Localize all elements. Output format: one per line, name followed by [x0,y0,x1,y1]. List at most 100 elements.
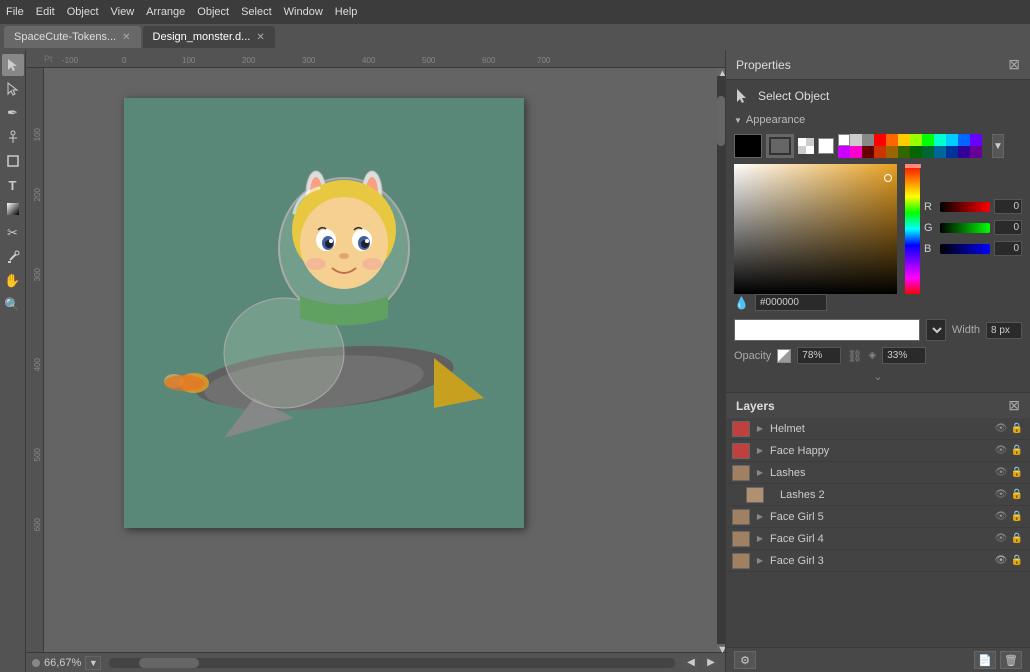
tool-zoom[interactable]: 🔍 [2,294,24,316]
layer-lashes-expand[interactable]: ▶ [754,467,766,479]
tool-pen[interactable]: ✒ [2,102,24,124]
none-swatch[interactable] [798,138,814,154]
canvas-viewport[interactable] [44,68,717,652]
preset-red[interactable] [874,134,886,146]
layer-facegirl4[interactable]: ▶ Face Girl 4 👁 🔒 [726,528,1030,550]
preset-gray[interactable] [862,134,874,146]
g-slider[interactable] [940,223,990,233]
preset-teal[interactable] [934,134,946,146]
spectrum-bar[interactable] [905,164,920,294]
tool-gradient[interactable] [2,198,24,220]
tab-0-close[interactable]: ✕ [122,32,130,43]
layer-facegirl5-visibility[interactable]: 👁 [994,510,1008,524]
layers-expand-icon[interactable]: ⊠ [1008,397,1020,414]
fill-swatch[interactable] [734,134,762,158]
scroll-right-btn[interactable]: ▶ [703,656,719,670]
layer-lashes-lock[interactable]: 🔒 [1010,466,1024,480]
preset-dteal[interactable] [922,146,934,158]
g-input[interactable]: 0 [994,220,1022,235]
menu-object2[interactable]: Object [197,6,229,18]
preset-cyan[interactable] [946,134,958,146]
preset-dyell[interactable] [886,146,898,158]
preset-purple[interactable] [970,134,982,146]
scroll-thumb[interactable] [717,96,725,146]
tab-0[interactable]: SpaceCute-Tokens... ✕ [4,26,141,48]
artwork-canvas[interactable] [124,98,524,528]
layer-facegirl5[interactable]: ▶ Face Girl 5 👁 🔒 [726,506,1030,528]
preset-orange[interactable] [886,134,898,146]
stroke-dropdown[interactable]: ▼ [926,319,946,341]
scroll-track[interactable] [717,76,725,644]
properties-expand-icon[interactable]: ⊠ [1008,56,1020,73]
preset-dred[interactable] [862,146,874,158]
white-swatch[interactable] [818,138,834,154]
layer-facegirl5-expand[interactable]: ▶ [754,511,766,523]
hex-input[interactable]: #000000 [755,294,827,311]
preset-dviolet[interactable] [970,146,982,158]
preset-yellow[interactable] [898,134,910,146]
zoom-dropdown[interactable]: ▼ [85,656,101,670]
layers-settings-btn[interactable]: ⚙ [734,651,756,669]
layer-lashes2[interactable]: Lashes 2 👁 🔒 [726,484,1030,506]
layers-list[interactable]: ▶ Helmet 👁 🔒 ▶ Face Happy 👁 🔒 [726,418,1030,647]
eyedropper-icon[interactable]: 💧 [734,296,749,310]
scrollbar-horizontal[interactable] [109,658,675,668]
scroll-up-btn[interactable]: ▲ [717,68,725,76]
collapse-btn[interactable]: ⌄ [734,368,1022,384]
scroll-left-btn[interactable]: ◀ [683,656,699,670]
menu-select[interactable]: Select [241,6,272,18]
tab-1-close[interactable]: ✕ [256,32,264,43]
layer-helmet-visibility[interactable]: 👁 [994,422,1008,436]
layer-face-happy-expand[interactable]: ▶ [754,445,766,457]
layer-facegirl4-expand[interactable]: ▶ [754,533,766,545]
layer-facegirl4-lock[interactable]: 🔒 [1010,532,1024,546]
tool-select-arrow[interactable] [2,54,24,76]
delete-layer-btn[interactable]: 🗑 [1000,651,1022,669]
tool-eyedropper[interactable] [2,246,24,268]
opacity2-input[interactable]: 33% [882,347,926,364]
tool-type[interactable]: T [2,174,24,196]
opacity-input[interactable]: 78% [797,347,841,364]
preset-lyellow[interactable] [910,134,922,146]
preset-dgreen[interactable] [910,146,922,158]
layer-lashes2-lock[interactable]: 🔒 [1010,488,1024,502]
tool-direct-select[interactable] [2,78,24,100]
new-layer-btn[interactable]: 📄 [974,651,996,669]
r-slider[interactable] [940,202,990,212]
r-input[interactable]: 0 [994,199,1022,214]
layer-facegirl4-visibility[interactable]: 👁 [994,532,1008,546]
preset-lgray[interactable] [850,134,862,146]
tool-anchor[interactable] [2,126,24,148]
stroke-swatch[interactable] [766,134,794,158]
preset-doran[interactable] [874,146,886,158]
layer-lashes2-visibility[interactable]: 👁 [994,488,1008,502]
b-slider[interactable] [940,244,990,254]
layer-face-happy[interactable]: ▶ Face Happy 👁 🔒 [726,440,1030,462]
menu-object[interactable]: Object [67,6,99,18]
tool-hand[interactable]: ✋ [2,270,24,292]
menu-window[interactable]: Window [284,6,323,18]
preset-violet[interactable] [838,146,850,158]
layer-facegirl3[interactable]: ▶ Face Girl 3 👁 🔒 [726,550,1030,572]
tab-1[interactable]: Design_monster.d... ✕ [143,26,275,48]
tool-scissors[interactable]: ✂ [2,222,24,244]
preset-blue[interactable] [958,134,970,146]
layer-facegirl3-expand[interactable]: ▶ [754,555,766,567]
layer-facegirl3-lock[interactable]: 🔒 [1010,554,1024,568]
menu-help[interactable]: Help [335,6,358,18]
more-swatches-btn[interactable]: ▼ [992,134,1004,158]
menu-edit[interactable]: Edit [36,6,55,18]
preset-dpurple[interactable] [958,146,970,158]
preset-white[interactable] [838,134,850,146]
layer-helmet[interactable]: ▶ Helmet 👁 🔒 [726,418,1030,440]
tool-rect[interactable] [2,150,24,172]
scroll-thumb-h[interactable] [139,658,199,668]
width-input[interactable]: 8 px [986,322,1022,339]
stroke-style-select[interactable] [734,319,920,341]
layer-face-happy-lock[interactable]: 🔒 [1010,444,1024,458]
menu-view[interactable]: View [111,6,135,18]
layer-lashes-visibility[interactable]: 👁 [994,466,1008,480]
layer-helmet-expand[interactable]: ▶ [754,423,766,435]
layer-helmet-lock[interactable]: 🔒 [1010,422,1024,436]
scroll-down-btn[interactable]: ▼ [717,644,725,652]
